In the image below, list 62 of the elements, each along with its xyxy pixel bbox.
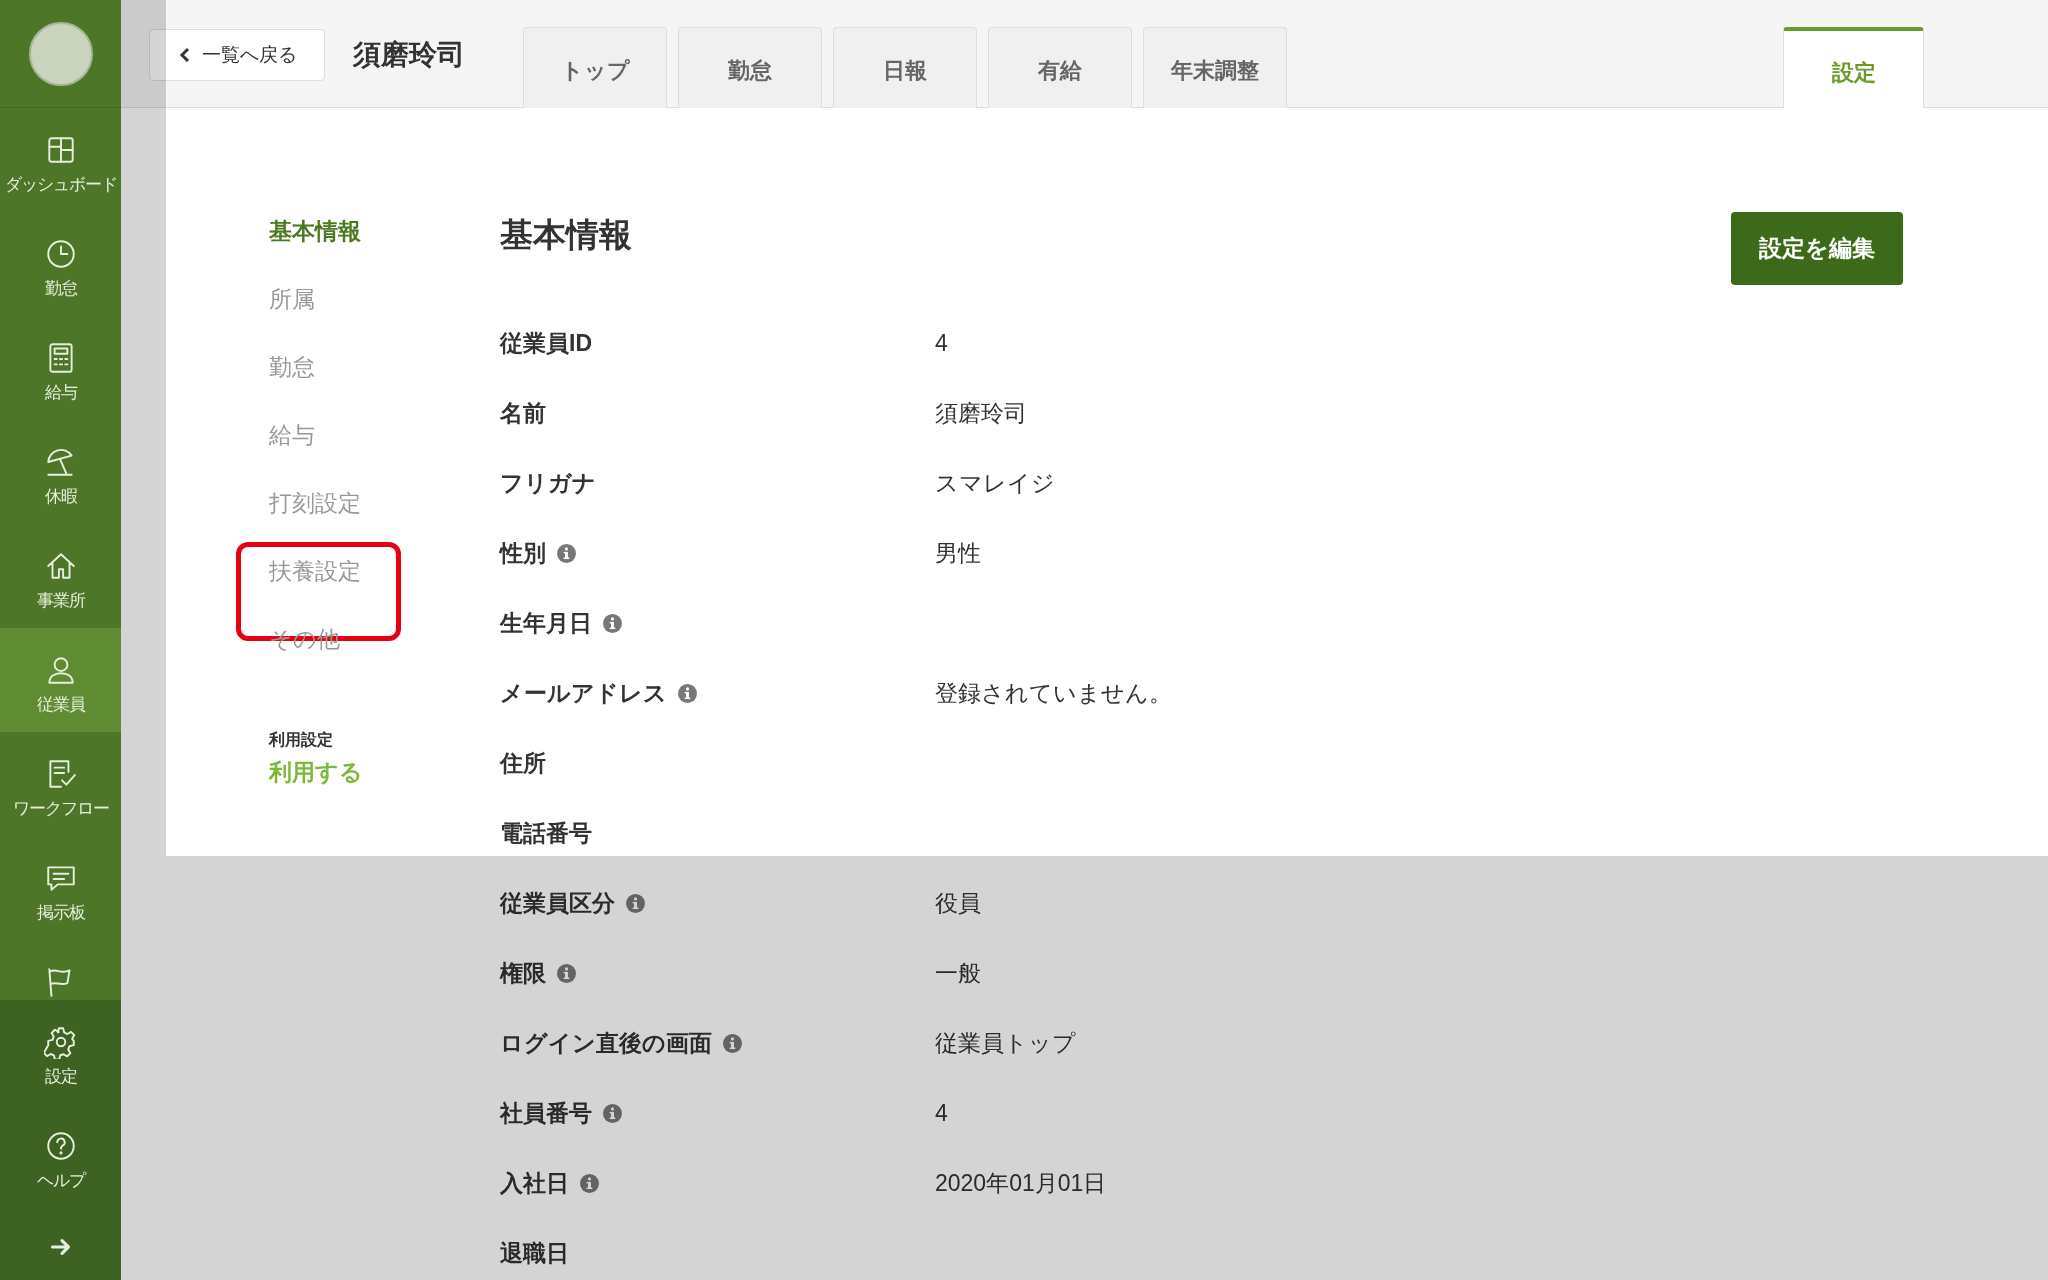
field-label: 従業員ID — [500, 328, 592, 358]
field-value: 男性 — [935, 538, 981, 568]
field-label: 性別 — [500, 538, 546, 568]
field-label: ログイン直後の画面 — [500, 1028, 712, 1058]
field-label: 入社日 — [500, 1168, 569, 1198]
field-label: フリガナ — [500, 468, 596, 498]
info-icon[interactable] — [602, 1102, 623, 1124]
info-icon[interactable] — [579, 1172, 600, 1194]
tab[interactable]: 勤怠 — [678, 27, 822, 108]
sidebar-item[interactable]: 給与 — [0, 316, 121, 420]
sidebar-item[interactable]: 事業所 — [0, 524, 121, 628]
section-link[interactable]: 所属 — [269, 284, 315, 315]
field-label: メールアドレス — [500, 678, 667, 708]
field-value: 2020年01月01日 — [935, 1168, 1107, 1198]
field-label: 住所 — [500, 748, 546, 778]
tab[interactable]: 日報 — [833, 27, 977, 108]
tab[interactable]: トップ — [523, 27, 667, 108]
field-label: 従業員区分 — [500, 888, 615, 918]
sidebar-item[interactable]: ワークフロー — [0, 732, 121, 836]
info-icon[interactable] — [625, 892, 646, 914]
sidebar-item[interactable]: ダッシュボード — [0, 108, 121, 212]
info-icon[interactable] — [556, 542, 577, 564]
field-value: 須磨玲司 — [935, 398, 1027, 428]
field-label: 生年月日 — [500, 608, 592, 638]
field-value: スマレイジ — [935, 468, 1055, 498]
field-label: 権限 — [500, 958, 546, 988]
field-value: 4 — [935, 1099, 948, 1127]
info-icon[interactable] — [556, 962, 577, 984]
info-icon[interactable] — [722, 1032, 743, 1054]
field-label: 退職日 — [500, 1238, 569, 1268]
field-value: 4 — [935, 329, 948, 357]
tab[interactable]: 設定 — [1783, 27, 1924, 109]
section-title: 基本情報 — [500, 215, 632, 255]
sidebar-item[interactable]: 従業員 — [0, 628, 121, 732]
field-label: 社員番号 — [500, 1098, 592, 1128]
sidebar-item[interactable]: 休暇 — [0, 420, 121, 524]
usage-value: 利用する — [269, 758, 364, 787]
section-link[interactable]: 勤怠 — [269, 352, 315, 383]
sidebar-item[interactable]: 設定 — [0, 1000, 121, 1104]
field-value: 役員 — [935, 888, 981, 918]
tab[interactable]: 年末調整 — [1143, 27, 1287, 108]
field-label: 名前 — [500, 398, 546, 428]
sidebar-item[interactable]: ヘルプ — [0, 1104, 121, 1208]
section-link[interactable]: 基本情報 — [269, 216, 361, 247]
sidebar-item[interactable]: 勤怠 — [0, 212, 121, 316]
field-label: 電話番号 — [500, 818, 592, 848]
info-icon[interactable] — [602, 612, 623, 634]
back-button[interactable]: 一覧へ戻る — [149, 29, 325, 81]
settings-icon — [43, 1025, 78, 1059]
field-value: 一般 — [935, 958, 981, 988]
field-value: 登録されていません。 — [935, 678, 1172, 708]
section-link[interactable]: 給与 — [269, 420, 315, 451]
section-link[interactable]: 打刻設定 — [269, 488, 361, 519]
section-link[interactable]: 扶養設定 — [269, 556, 361, 587]
employee-name: 須磨玲司 — [353, 38, 465, 72]
chevron-left-icon — [177, 47, 192, 63]
info-icon[interactable] — [677, 682, 698, 704]
usage-label: 利用設定 — [269, 730, 334, 750]
field-value: 従業員トップ — [935, 1028, 1076, 1058]
sidebar-item[interactable]: 掲示板 — [0, 836, 121, 940]
tab[interactable]: 有給 — [988, 27, 1132, 108]
edit-settings-button[interactable]: 設定を編集 — [1731, 212, 1903, 285]
